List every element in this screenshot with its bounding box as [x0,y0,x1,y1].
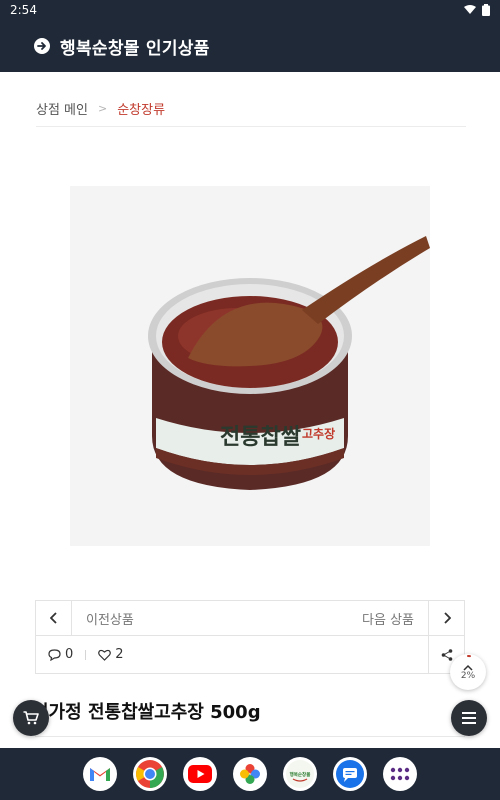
breadcrumb: 상점 메인 > 순창장류 [36,97,466,127]
header-title[interactable]: 행복순창몰 인기상품 [60,34,210,59]
messages-icon[interactable] [333,757,367,791]
comment-count: 0 [65,647,74,662]
next-product-button[interactable] [428,601,464,635]
product-nav: 이전상품 다음 상품 [35,600,465,636]
scroll-top-button[interactable]: 2% [450,654,486,690]
photos-icon[interactable] [233,757,267,791]
scroll-progress-ring [451,655,485,689]
jar-label-brand: 전통찹쌀 [220,425,301,450]
prev-product-label[interactable]: 이전상품 [72,609,362,628]
comment-icon [48,648,61,661]
chrome-icon[interactable] [133,757,167,791]
breadcrumb-home[interactable]: 상점 메인 [36,99,88,118]
shop-app-label: 행복순창몰 [290,771,311,778]
comment-count-button[interactable]: 0 [48,647,73,662]
battery-icon [482,4,490,16]
app-header: 행복순창몰 인기상품 [0,20,500,72]
meta-divider [85,649,87,660]
like-count: 2 [115,647,124,662]
product-title: 성가정 전통찹쌀고추장 500g [32,702,261,723]
chevron-right-icon [443,612,451,624]
title-divider [35,736,465,737]
product-image: 전통찹쌀 고추장 [70,186,430,546]
breadcrumb-current[interactable]: 순창장류 [117,99,165,118]
menu-button[interactable] [451,700,487,736]
like-count-button[interactable]: 2 [98,647,124,662]
jar-label-accent: 고추장 [302,426,335,441]
hamburger-menu-icon [462,712,476,724]
prev-product-button[interactable] [36,601,72,635]
cart-button[interactable] [13,700,49,736]
gmail-icon[interactable] [83,757,117,791]
next-product-label[interactable]: 다음 상품 [362,609,428,628]
breadcrumb-separator: > [97,102,108,115]
wifi-icon [464,5,476,14]
cart-icon [23,711,39,725]
go-arrow-icon[interactable] [34,38,50,54]
app-dock: 행복순창몰 [0,748,500,800]
status-bar: 2:54 [0,0,500,20]
chevron-left-icon [49,612,57,624]
youtube-icon[interactable] [183,757,217,791]
product-meta-row: 0 2 [35,636,465,674]
shop-app-icon[interactable]: 행복순창몰 [283,757,317,791]
heart-icon [98,649,112,661]
status-time: 2:54 [10,3,37,17]
app-drawer-icon[interactable] [383,757,417,791]
